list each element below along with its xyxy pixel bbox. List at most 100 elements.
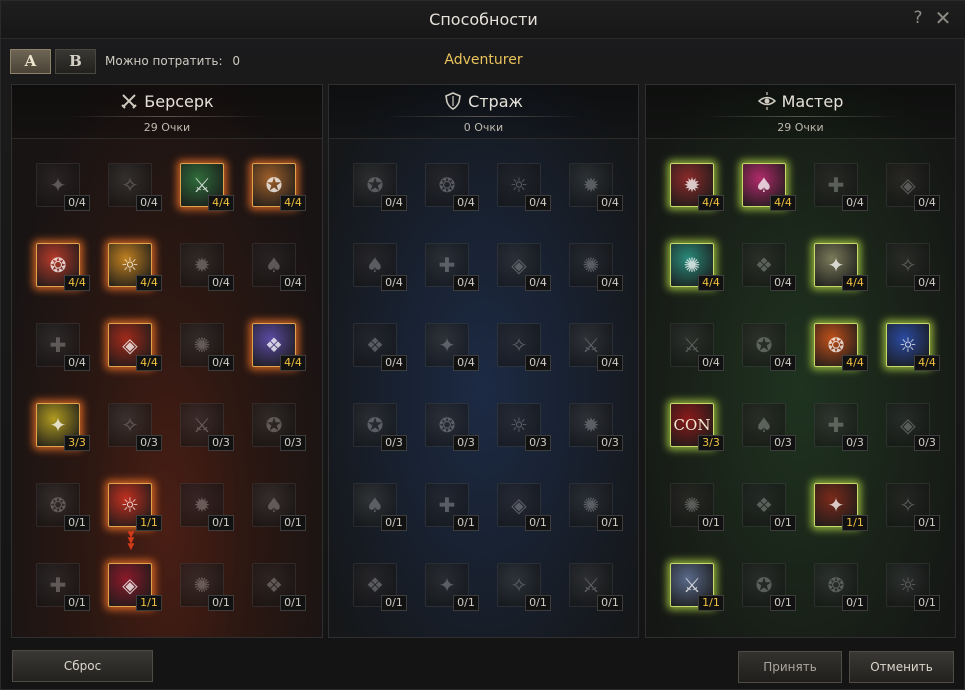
skill-slot[interactable]: ✚ 0/1 (425, 483, 479, 531)
skill-level: 0/1 (770, 595, 796, 611)
skill-slot[interactable]: ♠ 0/1 (353, 483, 407, 531)
skill-slot[interactable]: ◈ 0/1 (497, 483, 551, 531)
skill-slot[interactable]: ✺ 0/1 (670, 483, 724, 531)
skill-slot[interactable]: ❖ 0/4 (353, 323, 407, 371)
skill-slot[interactable]: ✚ 0/4 (425, 243, 479, 291)
reset-button[interactable]: Сброс (12, 650, 153, 682)
skill-slot[interactable]: ❖ 0/4 (742, 243, 796, 291)
skill-slot[interactable]: ✧ 0/4 (108, 163, 162, 211)
skill-slot[interactable]: ✦ 1/1 (814, 483, 868, 531)
skill-slot[interactable]: ☼ 4/4 (886, 323, 940, 371)
skill-slot[interactable]: ❂ 0/1 (814, 563, 868, 611)
skill-slot[interactable]: ✺ 0/4 (569, 243, 623, 291)
skill-slot[interactable]: ✧ 0/1 (497, 563, 551, 611)
skill-slot[interactable]: ☼ 1/1 (108, 483, 162, 531)
skill-slot[interactable]: ◈ 1/1 (108, 563, 162, 611)
help-icon[interactable]: ? (910, 8, 926, 30)
skill-slot[interactable]: ✧ 0/1 (886, 483, 940, 531)
skill-slot[interactable]: ⚔ 0/4 (670, 323, 724, 371)
skill-level: 4/4 (136, 355, 162, 371)
skill-slot[interactable]: ❂ 4/4 (36, 243, 90, 291)
skill-slot[interactable]: ☼ 0/4 (497, 163, 551, 211)
skill-slot[interactable]: ☼ 0/1 (886, 563, 940, 611)
panel-name: Берсерк (144, 92, 214, 111)
skill-slot[interactable]: ❖ 0/1 (252, 563, 306, 611)
skill-slot[interactable]: ☼ 0/3 (497, 403, 551, 451)
skill-level: 4/4 (842, 275, 868, 291)
skill-slot[interactable]: CON 3/3 (670, 403, 724, 451)
skill-level: 0/4 (597, 355, 623, 371)
skill-slot[interactable]: ❖ 4/4 (252, 323, 306, 371)
skill-slot[interactable]: ♠ 0/4 (353, 243, 407, 291)
skill-slot[interactable]: ✹ 0/4 (180, 243, 234, 291)
skill-slot[interactable]: ☼ 4/4 (108, 243, 162, 291)
skill-slot[interactable]: ⚔ 0/1 (569, 563, 623, 611)
skill-level: 0/3 (381, 435, 407, 451)
skill-slot[interactable]: ✺ 0/4 (180, 323, 234, 371)
skill-level: 4/4 (280, 355, 306, 371)
skill-slot[interactable]: ♠ 0/1 (252, 483, 306, 531)
skill-slot[interactable]: ✪ 0/1 (742, 563, 796, 611)
skill-slot[interactable]: ✚ 0/1 (36, 563, 90, 611)
crossed-swords-icon (121, 94, 137, 109)
skill-slot[interactable]: ✦ 0/4 (36, 163, 90, 211)
skill-slot[interactable]: ❂ 4/4 (814, 323, 868, 371)
cancel-button[interactable]: Отменить (849, 651, 954, 683)
skill-level: 0/1 (208, 595, 234, 611)
class-name: Adventurer (444, 52, 523, 68)
skill-slot[interactable]: ⚔ 4/4 (180, 163, 234, 211)
accept-button[interactable]: Принять (738, 651, 842, 683)
skill-level: 0/4 (453, 355, 479, 371)
close-icon[interactable]: ✕ (932, 8, 954, 30)
skill-level: 0/1 (597, 515, 623, 531)
skill-slot[interactable]: ✪ 0/4 (742, 323, 796, 371)
skill-level: 0/1 (770, 515, 796, 531)
skill-slot[interactable]: ✦ 3/3 (36, 403, 90, 451)
skill-slot[interactable]: ✦ 0/1 (425, 563, 479, 611)
skill-slot[interactable]: ❂ 0/1 (36, 483, 90, 531)
skills-window: Способности ? ✕ A B Можно потратить: 0 A… (0, 0, 965, 690)
skill-slot[interactable]: ◈ 0/4 (886, 163, 940, 211)
skill-slot[interactable]: ⚔ 0/4 (569, 323, 623, 371)
skill-level: 0/4 (208, 355, 234, 371)
chevron-down-icon: ▼ ▼ ▼ (127, 530, 135, 552)
skill-slot[interactable]: ✧ 0/4 (886, 243, 940, 291)
skill-level: 3/3 (64, 435, 90, 451)
skill-slot[interactable]: ✦ 4/4 (814, 243, 868, 291)
skill-slot[interactable]: ◈ 0/4 (497, 243, 551, 291)
skill-slot[interactable]: ✚ 0/4 (814, 163, 868, 211)
skill-slot[interactable]: ✧ 0/3 (108, 403, 162, 451)
skill-slot[interactable]: ✚ 0/4 (36, 323, 90, 371)
skill-slot[interactable]: ✹ 0/4 (569, 163, 623, 211)
skill-level: 0/1 (525, 515, 551, 531)
skill-slot[interactable]: ◈ 4/4 (108, 323, 162, 371)
skill-slot[interactable]: ⚔ 1/1 (670, 563, 724, 611)
skill-slot[interactable]: ♠ 4/4 (742, 163, 796, 211)
skill-slot[interactable]: ✦ 0/4 (425, 323, 479, 371)
skill-slot[interactable]: ◈ 0/3 (886, 403, 940, 451)
skill-slot[interactable]: ⚔ 0/3 (180, 403, 234, 451)
skill-slot[interactable]: ✺ 4/4 (670, 243, 724, 291)
skill-slot[interactable]: ✪ 0/4 (353, 163, 407, 211)
skill-slot[interactable]: ✹ 0/1 (180, 483, 234, 531)
skill-slot[interactable]: ♠ 0/4 (252, 243, 306, 291)
panel-points: 0 Очки (463, 121, 504, 134)
skill-slot[interactable]: ❂ 0/4 (425, 163, 479, 211)
skill-slot[interactable]: ✹ 4/4 (670, 163, 724, 211)
skill-level: 0/4 (525, 195, 551, 211)
skill-slot[interactable]: ❖ 0/1 (353, 563, 407, 611)
skill-level: 4/4 (698, 195, 724, 211)
skill-slot[interactable]: ✚ 0/3 (814, 403, 868, 451)
skill-level: 3/3 (698, 435, 724, 451)
skill-slot[interactable]: ✪ 4/4 (252, 163, 306, 211)
skill-grid: ✪ 0/4 ❂ 0/4 ☼ 0/4 ✹ 0/4 ♠ 0/4 ✚ 0/4 ◈ 0/4 ✺ 0/4 ❖ 0/4 ✦ 0/4… (329, 141, 638, 637)
skill-slot[interactable]: ✧ 0/4 (497, 323, 551, 371)
skill-slot[interactable]: ❖ 0/1 (742, 483, 796, 531)
skill-slot[interactable]: ♠ 0/3 (742, 403, 796, 451)
skill-slot[interactable]: ✹ 0/3 (569, 403, 623, 451)
skill-slot[interactable]: ✺ 0/1 (569, 483, 623, 531)
skill-slot[interactable]: ❂ 0/3 (425, 403, 479, 451)
skill-slot[interactable]: ✪ 0/3 (252, 403, 306, 451)
skill-slot[interactable]: ✺ 0/1 (180, 563, 234, 611)
skill-slot[interactable]: ✪ 0/3 (353, 403, 407, 451)
